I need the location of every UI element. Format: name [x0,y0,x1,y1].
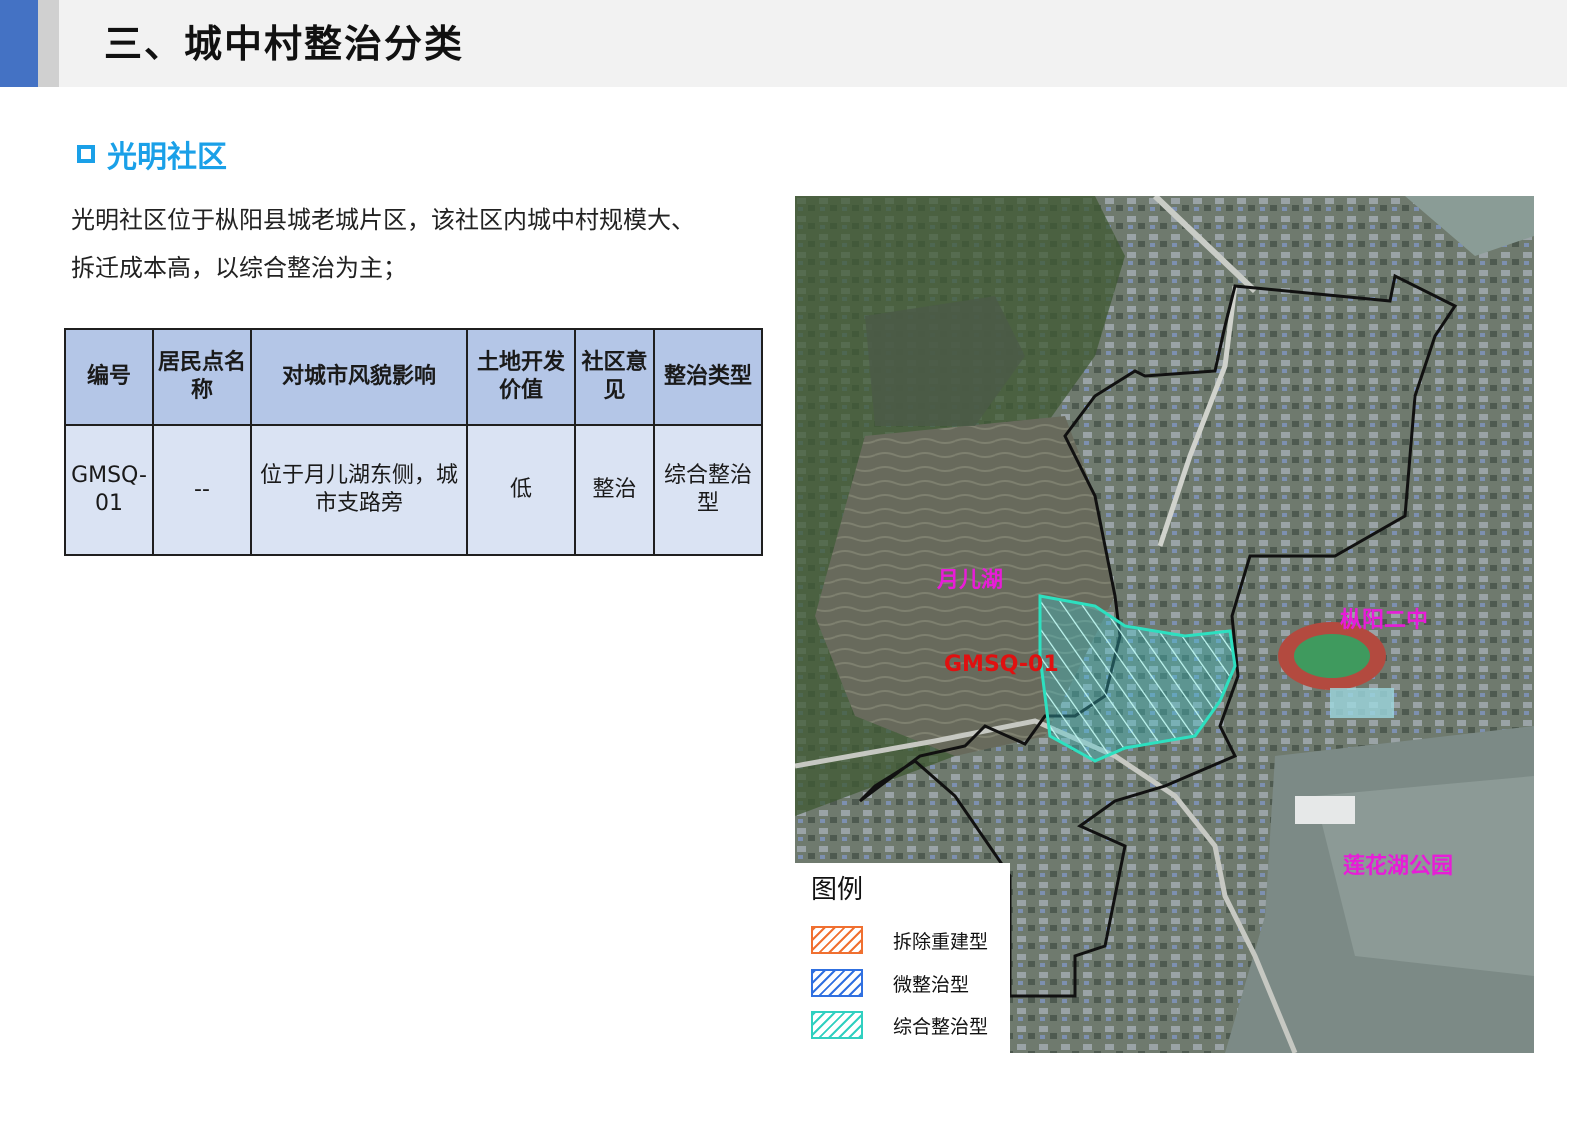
header-cell-opinion: 社区意见 [574,328,655,426]
header-cell-id: 编号 [64,328,154,426]
classification-table: 编号 居民点名称 对城市风貌影响 土地开发价值 社区意见 整治类型 GMSQ-0… [64,328,763,556]
legend-swatch [811,969,863,997]
header-cell-type: 整治类型 [653,328,763,426]
cell-settlement: -- [152,424,252,556]
description-line: 光明社区位于枞阳县城老城片区，该社区内城中村规模大、 [71,206,695,234]
header-cell-settlement: 居民点名称 [152,328,252,426]
header-accent-bar [0,0,38,87]
table-header-row: 编号 居民点名称 对城市风貌影响 土地开发价值 社区意见 整治类型 [64,328,763,426]
table-row: GMSQ-01 -- 位于月儿湖东侧，城市支路旁 低 整治 综合整治型 [64,424,763,556]
cell-type: 综合整治型 [653,424,763,556]
legend-item: 综合整治型 [811,1010,988,1040]
park-label: 莲花湖公园 [1343,854,1454,879]
cell-id: GMSQ-01 [64,424,154,556]
section-title: 光明社区 [107,140,227,175]
school-label: 枞阳二中 [1340,608,1429,633]
map-legend: 图例 拆除重建型 微整治型 综合整治型 [795,863,1010,1053]
square-bullet-icon [77,145,95,163]
cell-land-value: 低 [466,424,576,556]
legend-title: 图例 [811,875,864,905]
legend-label: 拆除重建型 [893,930,989,953]
header-accent-bar-secondary [38,0,59,87]
lake-label: 月儿湖 [937,568,1004,593]
section-heading: 光明社区 [77,134,227,175]
legend-swatch [811,926,863,954]
plot-label: GMSQ-01 [944,652,1059,677]
header-cell-impact: 对城市风貌影响 [250,328,468,426]
cell-opinion: 整治 [574,424,655,556]
cell-impact: 位于月儿湖东侧，城市支路旁 [250,424,468,556]
page-title: 三、城中村整治分类 [104,22,465,66]
legend-item: 微整治型 [811,968,969,998]
description-line: 拆迁成本高，以综合整治为主； [71,254,407,282]
header-cell-land-value: 土地开发价值 [466,328,576,426]
description-paragraph: 光明社区位于枞阳县城老城片区，该社区内城中村规模大、 拆迁成本高，以综合整治为主… [71,196,771,292]
legend-label: 综合整治型 [893,1015,989,1038]
page-header: 三、城中村整治分类 [0,0,1567,87]
legend-item: 拆除重建型 [811,925,988,955]
legend-swatch [811,1011,863,1039]
legend-label: 微整治型 [893,973,970,996]
